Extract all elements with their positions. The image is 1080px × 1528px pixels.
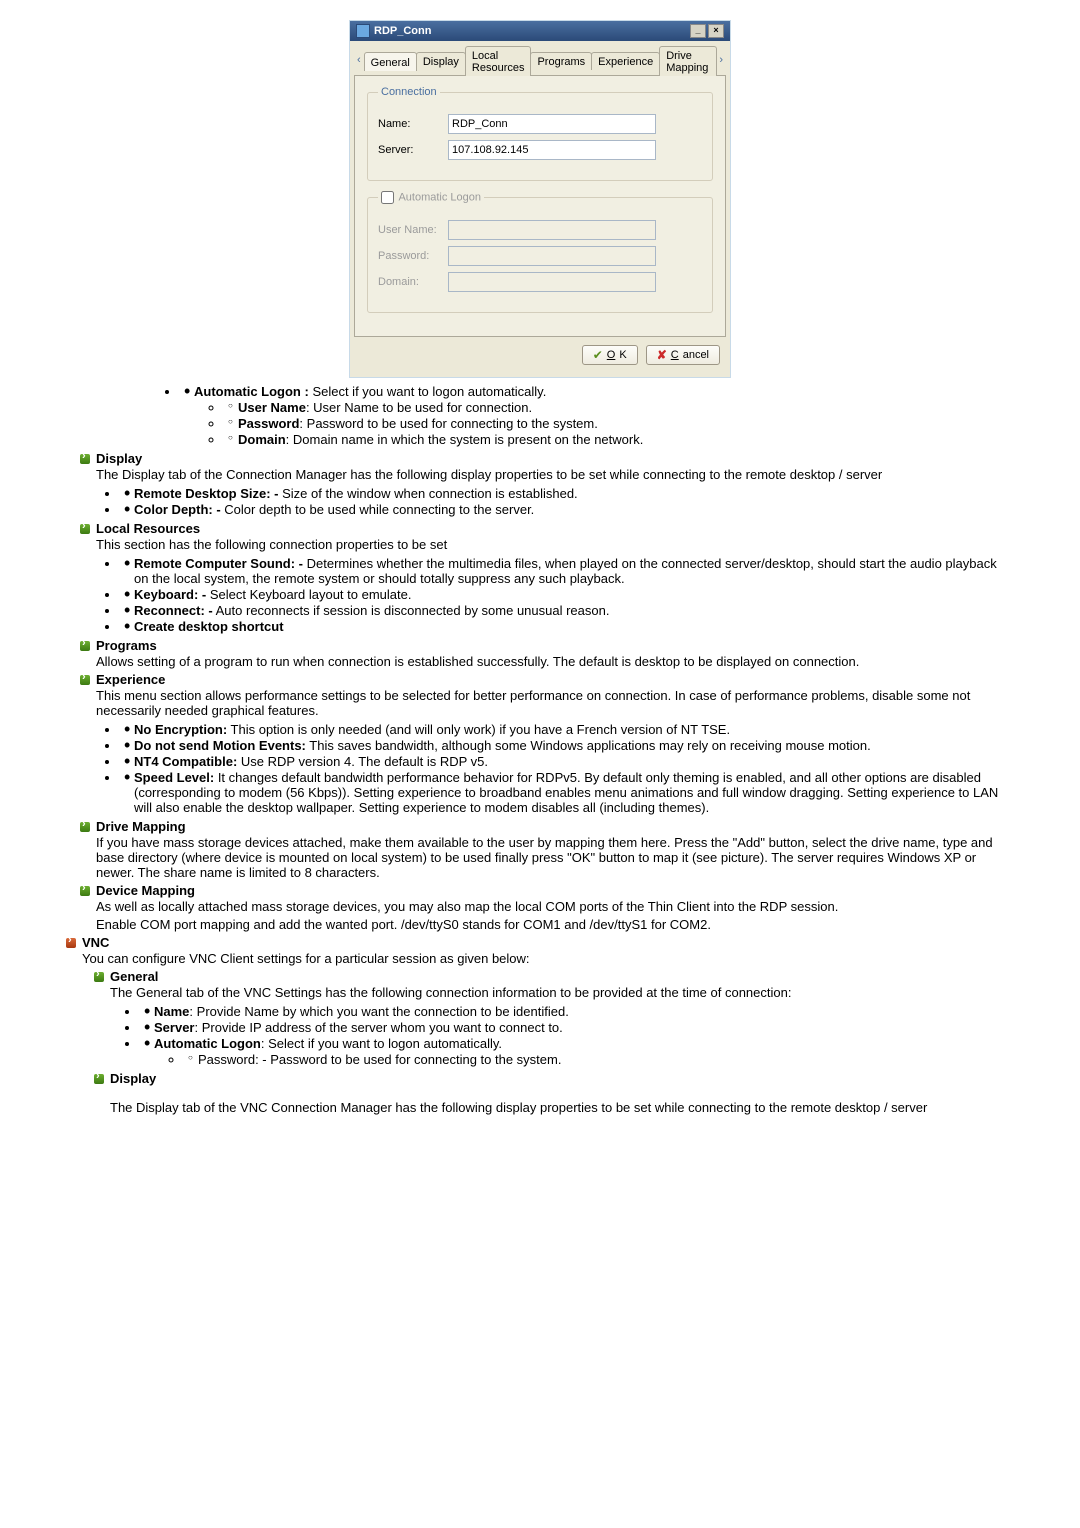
domain-label: Domain:	[378, 276, 448, 288]
list-item: Domain: Domain name in which the system …	[224, 432, 1000, 447]
list-item: Automatic Logon : Select if you want to …	[180, 384, 1000, 447]
device-mapping-p1: As well as locally attached mass storage…	[96, 899, 1000, 914]
automatic-logon-group: Automatic Logon User Name: Password: Dom…	[367, 191, 713, 313]
server-input[interactable]	[448, 140, 656, 160]
tab-experience[interactable]: Experience	[591, 52, 660, 70]
vnc-head: VNC	[66, 935, 1000, 950]
password-input	[448, 246, 656, 266]
tabs-scroll-right-icon[interactable]: ›	[716, 52, 726, 68]
cancel-label-rest: ancel	[683, 349, 709, 361]
server-label: Server:	[378, 144, 448, 156]
cancel-icon: ✘	[657, 348, 667, 362]
tab-local-resources[interactable]: Local Resources	[465, 46, 532, 76]
drive-mapping-head: Drive Mapping	[80, 819, 1000, 834]
cancel-button[interactable]: ✘ Cancel	[646, 345, 720, 365]
list-item: Keyboard: - Select Keyboard layout to em…	[120, 587, 1000, 602]
experience-head: Experience	[80, 672, 1000, 687]
list-item: Remote Computer Sound: - Determines whet…	[120, 556, 1000, 586]
programs-head: Programs	[80, 638, 1000, 653]
username-input	[448, 220, 656, 240]
local-resources-head: Local Resources	[80, 521, 1000, 536]
auto-logon-checkbox[interactable]	[381, 191, 394, 204]
ok-label-rest: K	[619, 349, 626, 361]
ok-label-first: O	[607, 349, 616, 361]
experience-para: This menu section allows performance set…	[96, 688, 1000, 718]
minimize-icon[interactable]: _	[690, 24, 706, 38]
list-item: Create desktop shortcut	[120, 619, 1000, 634]
username-label: User Name:	[378, 224, 448, 236]
list-item: Password: - Password to be used for conn…	[184, 1052, 1000, 1067]
ok-icon: ✔	[593, 348, 603, 362]
list-item: Speed Level: It changes default bandwidt…	[120, 770, 1000, 815]
name-input[interactable]	[448, 114, 656, 134]
dialog-titlebar: RDP_Conn _ ×	[350, 21, 730, 41]
lr-para: This section has the following connectio…	[96, 537, 1000, 552]
name-label: Name:	[378, 118, 448, 130]
tab-programs[interactable]: Programs	[530, 52, 592, 70]
tab-content: Connection Name: Server: Automatic Logon…	[354, 76, 726, 337]
programs-para: Allows setting of a program to run when …	[96, 654, 1000, 669]
rdp-dialog: RDP_Conn _ × ‹ General Display Local Res…	[349, 20, 731, 378]
auto-logon-desc: Select if you want to logon automaticall…	[309, 384, 547, 399]
vnc-para: You can configure VNC Client settings fo…	[82, 951, 1000, 966]
tab-display[interactable]: Display	[416, 52, 466, 70]
list-item: Name: Provide Name by which you want the…	[140, 1004, 1000, 1019]
display-para: The Display tab of the Connection Manage…	[96, 467, 1000, 482]
list-item: Reconnect: - Auto reconnects if session …	[120, 603, 1000, 618]
dialog-title-text: RDP_Conn	[374, 25, 431, 37]
auto-logon-legend-text: Automatic Logon	[398, 191, 481, 203]
list-item: No Encryption: This option is only neede…	[120, 722, 1000, 737]
cancel-label-first: C	[671, 349, 679, 361]
password-label: Password:	[378, 250, 448, 262]
device-mapping-head: Device Mapping	[80, 883, 1000, 898]
list-item: Automatic Logon: Select if you want to l…	[140, 1036, 1000, 1067]
device-mapping-p2: Enable COM port mapping and add the want…	[96, 917, 1000, 932]
drive-mapping-para: If you have mass storage devices attache…	[96, 835, 1000, 880]
connection-legend: Connection	[378, 86, 440, 98]
tab-general[interactable]: General	[364, 52, 417, 71]
display-head: Display	[80, 451, 1000, 466]
list-item: Remote Desktop Size: - Size of the windo…	[120, 486, 1000, 501]
list-item: NT4 Compatible: Use RDP version 4. The d…	[120, 754, 1000, 769]
doc-content: Automatic Logon : Select if you want to …	[80, 384, 1000, 1115]
list-item: Password: Password to be used for connec…	[224, 416, 1000, 431]
tab-drive-mapping[interactable]: Drive Mapping	[659, 46, 717, 76]
auto-logon-legend: Automatic Logon	[378, 191, 484, 204]
vnc-display-head: Display	[94, 1071, 1000, 1086]
ok-button[interactable]: ✔ OK	[582, 345, 638, 365]
auto-logon-head: Automatic Logon :	[194, 384, 309, 399]
app-icon	[356, 24, 370, 38]
vnc-general-head: General	[94, 969, 1000, 984]
connection-group: Connection Name: Server:	[367, 86, 713, 181]
vnc-display-para: The Display tab of the VNC Connection Ma…	[110, 1100, 1000, 1115]
vnc-general-para: The General tab of the VNC Settings has …	[110, 985, 1000, 1000]
close-icon[interactable]: ×	[708, 24, 724, 38]
list-item: Server: Provide IP address of the server…	[140, 1020, 1000, 1035]
list-item: User Name: User Name to be used for conn…	[224, 400, 1000, 415]
tabs-row: ‹ General Display Local Resources Progra…	[354, 45, 726, 76]
tabs-scroll-left-icon[interactable]: ‹	[354, 52, 364, 68]
list-item: Color Depth: - Color depth to be used wh…	[120, 502, 1000, 517]
domain-input	[448, 272, 656, 292]
list-item: Do not send Motion Events: This saves ba…	[120, 738, 1000, 753]
